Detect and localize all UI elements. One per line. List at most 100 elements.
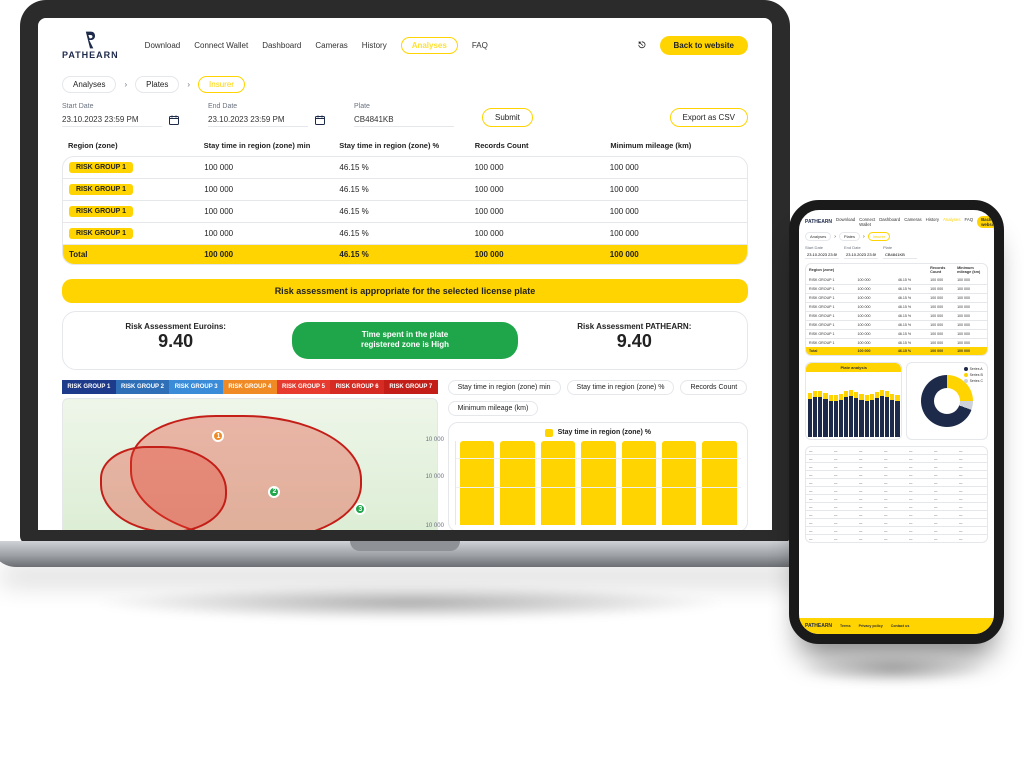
legend-risk-group-3[interactable]: RISK GROUP 3 <box>169 380 223 394</box>
phone-footer-privacy[interactable]: Privacy policy <box>859 624 883 628</box>
phone-start-input[interactable] <box>805 251 839 259</box>
crumb-insurer[interactable]: Insurer <box>198 76 245 93</box>
chevron-right-icon: › <box>863 234 865 240</box>
phone-nav-download[interactable]: Download <box>836 217 855 227</box>
phone-plate-input[interactable] <box>883 251 917 259</box>
brand-logo-icon <box>79 30 101 50</box>
nav-faq[interactable]: FAQ <box>472 41 488 50</box>
phone-end-input[interactable] <box>844 251 878 259</box>
phone-device: PATHEARN Download Connect Wallet Dashboa… <box>789 200 1004 644</box>
table-row: ——————— <box>806 470 987 478</box>
bar <box>581 441 615 525</box>
crumb-analyses[interactable]: Analyses <box>62 76 116 93</box>
legend-risk-group-1[interactable]: RISK GROUP 1 <box>62 380 116 394</box>
phone-nav-faq[interactable]: FAQ <box>964 217 973 227</box>
phone-back-button[interactable]: Back to website <box>977 216 994 228</box>
back-to-website-button[interactable]: Back to website <box>660 36 748 55</box>
table-row: RISK GROUP 1100 00046.15 %100 000100 000 <box>63 200 747 222</box>
table-row: RISK GROUP 1100 00046.15 %100 000100 000 <box>806 293 987 302</box>
bar <box>854 392 858 437</box>
phone-nav-history[interactable]: History <box>926 217 939 227</box>
legend-risk-group-6[interactable]: RISK GROUP 6 <box>330 380 384 394</box>
table-row: RISK GROUP 1100 00046.15 %100 000100 000 <box>806 284 987 293</box>
phone-nav-connect[interactable]: Connect Wallet <box>859 217 875 227</box>
chip-stay-pct[interactable]: Stay time in region (zone) % <box>567 380 675 395</box>
donut-legend-c: Series C <box>964 379 983 383</box>
legend-risk-group-5[interactable]: RISK GROUP 5 <box>277 380 331 394</box>
legend-risk-group-7[interactable]: RISK GROUP 7 <box>384 380 438 394</box>
plate-input[interactable] <box>354 113 454 127</box>
start-date-input[interactable] <box>62 113 162 127</box>
phone-crumb-c[interactable]: Insurer <box>868 232 890 241</box>
nav-history[interactable]: History <box>362 41 387 50</box>
table-row: ——————— <box>806 478 987 486</box>
table-row: RISK GROUP 1100 00046.15 %100 000100 000 <box>806 311 987 320</box>
bar <box>844 391 848 437</box>
chip-mileage[interactable]: Minimum mileage (km) <box>448 401 539 416</box>
phone-crumb-a[interactable]: Analyses <box>805 232 831 241</box>
table-row: RISK GROUP 1100 00046.15 %100 000100 000 <box>63 222 747 244</box>
table-total-row: Total100 00046.15 %100 000100 000 <box>63 244 747 264</box>
brand-logo[interactable]: PATHEARN <box>62 30 119 60</box>
y-tick: 10 000 <box>426 474 444 480</box>
legend-risk-group-2[interactable]: RISK GROUP 2 <box>116 380 170 394</box>
top-nav: PATHEARN Download Connect Wallet Dashboa… <box>62 30 748 60</box>
nav-cameras[interactable]: Cameras <box>315 41 347 50</box>
phone-bar-chart: Plate analysis <box>805 362 902 440</box>
phone-nav-dashboard[interactable]: Dashboard <box>879 217 900 227</box>
bar <box>885 391 889 437</box>
bar <box>875 392 879 437</box>
phone-brand-logo[interactable]: PATHEARN <box>805 219 832 225</box>
risk-assessment-row: Risk Assessment Euroins: 9.40 Time spent… <box>62 311 748 370</box>
region-table: Region (zone) Stay time in region (zone)… <box>62 141 748 265</box>
phone-footer-contact[interactable]: Contact us <box>891 624 910 628</box>
zone-time-line2: registered zone is High <box>361 340 449 349</box>
phone-nav-analyses[interactable]: Analyses <box>943 217 960 227</box>
chip-stay-min[interactable]: Stay time in region (zone) min <box>448 380 561 395</box>
legend-swatch-icon <box>545 429 553 437</box>
nav-analyses[interactable]: Analyses <box>401 37 458 54</box>
nav-download[interactable]: Download <box>145 41 181 50</box>
export-csv-button[interactable]: Export as CSV <box>670 108 748 127</box>
col-region: Region (zone) <box>68 141 200 150</box>
table-row: RISK GROUP 1100 00046.15 %100 000100 000 <box>63 157 747 178</box>
start-date-label: Start Date <box>62 103 180 110</box>
table-row: RISK GROUP 1100 00046.15 %100 000100 000 <box>806 320 987 329</box>
assessment-euroins-score: 9.40 <box>69 331 282 352</box>
brand-name: PATHEARN <box>62 50 119 60</box>
lower-panels: RISK GROUP 1 RISK GROUP 2 RISK GROUP 3 R… <box>62 380 748 530</box>
nav-dashboard[interactable]: Dashboard <box>262 41 301 50</box>
donut-legend-b: Series B <box>964 373 983 377</box>
phone-crumb-b[interactable]: Plates <box>839 232 860 241</box>
risk-map[interactable]: 1 2 3 <box>62 398 438 530</box>
laptop-shadow <box>90 586 730 620</box>
chevron-right-icon: › <box>187 80 190 89</box>
assessment-pathearn-score: 9.40 <box>528 331 741 352</box>
calendar-icon[interactable] <box>168 114 180 126</box>
donut-legend-a: Series A <box>964 367 983 371</box>
calendar-icon[interactable] <box>314 114 326 126</box>
phone-start-label: Start Date <box>805 245 839 250</box>
bar <box>500 441 534 525</box>
logout-icon[interactable]: ⎋ <box>638 40 645 51</box>
table-row: ——————— <box>806 447 987 454</box>
bar <box>865 395 869 437</box>
bar <box>622 441 656 525</box>
phone-footer-logo: PATHEARN <box>805 623 832 629</box>
end-date-input[interactable] <box>208 113 308 127</box>
legend-risk-group-4[interactable]: RISK GROUP 4 <box>223 380 277 394</box>
crumb-plates[interactable]: Plates <box>135 76 179 93</box>
bar <box>859 394 863 437</box>
phone-table1: Region (zone)Records CountMinimum mileag… <box>805 263 988 356</box>
phone-nav-cameras[interactable]: Cameras <box>904 217 921 227</box>
nav-connect-wallet[interactable]: Connect Wallet <box>194 41 248 50</box>
chip-records[interactable]: Records Count <box>680 380 747 395</box>
phone-charts-row: Plate analysis Series A Series B Series … <box>805 362 988 440</box>
map-pin-icon[interactable]: 3 <box>354 503 366 515</box>
table-row: RISK GROUP 1100 00046.15 %100 000100 000 <box>806 276 987 284</box>
submit-button[interactable]: Submit <box>482 108 533 127</box>
metric-chips: Stay time in region (zone) min Stay time… <box>448 380 748 416</box>
bar <box>460 441 494 525</box>
bar <box>823 393 827 437</box>
phone-footer-terms[interactable]: Terms <box>840 624 851 628</box>
